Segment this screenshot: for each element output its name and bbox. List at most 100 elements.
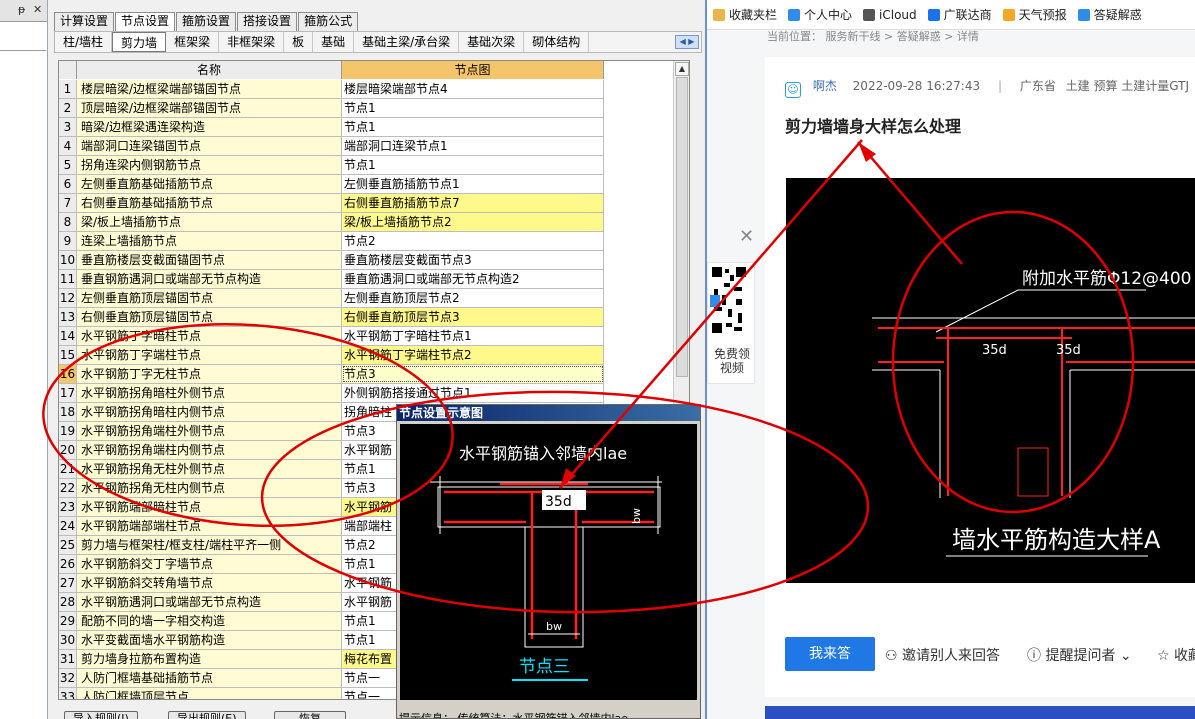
- left-panel-tree[interactable]: [0, 50, 46, 719]
- row-node[interactable]: 节点1: [342, 156, 604, 174]
- row-node[interactable]: 右侧垂直筋插筋节点7: [342, 194, 604, 212]
- tab-main-0[interactable]: 计算设置: [54, 12, 115, 31]
- row-name[interactable]: 人防门框墙基础插筋节点: [77, 669, 342, 687]
- row-node[interactable]: 楼层暗梁端部节点4: [342, 80, 604, 98]
- import-rules-button[interactable]: 导入规则(I): [64, 711, 138, 719]
- row-name[interactable]: 暗梁/边框梁遇连梁构造: [77, 118, 342, 136]
- row-node[interactable]: 水平钢筋丁字端柱节点2: [342, 346, 604, 364]
- scroll-thumb[interactable]: [676, 77, 688, 377]
- row-name[interactable]: 水平钢筋斜交丁字墙节点: [77, 555, 342, 573]
- row-node[interactable]: 节点3: [342, 365, 604, 383]
- tab-sub-5[interactable]: 基础: [313, 32, 355, 52]
- table-row[interactable]: 13 右侧垂直筋顶层锚固节点 右侧垂直筋顶层节点3: [59, 308, 604, 327]
- table-row[interactable]: 17 水平钢筋拐角暗柱外侧节点 外侧钢筋搭接通过节点1: [59, 384, 604, 403]
- tab-main-1[interactable]: 节点设置: [115, 12, 176, 32]
- table-row[interactable]: 4 端部洞口连梁锚固节点 端部洞口连梁节点1: [59, 137, 604, 156]
- row-name[interactable]: 水平钢筋拐角暗柱外侧节点: [77, 384, 342, 402]
- row-name[interactable]: 人防门框墙顶层节点: [77, 688, 342, 699]
- tab-main-3[interactable]: 搭接设置: [237, 12, 298, 31]
- row-name[interactable]: 拐角连梁内侧钢筋节点: [77, 156, 342, 174]
- restore-button[interactable]: 恢复: [274, 711, 346, 719]
- row-name[interactable]: 水平钢筋拐角暗柱内侧节点: [77, 403, 342, 421]
- row-name[interactable]: 配筋不同的墙一字相交构造: [77, 612, 342, 630]
- row-node[interactable]: 垂直筋遇洞口或端部无节点构造2: [342, 270, 604, 288]
- row-name[interactable]: 水平钢筋丁字无柱节点: [77, 365, 342, 383]
- row-name[interactable]: 梁/板上墙插筋节点: [77, 213, 342, 231]
- row-node[interactable]: 梁/板上墙插筋节点2: [342, 213, 604, 231]
- node-preview-title[interactable]: 节点设置示意图: [397, 405, 700, 421]
- row-name[interactable]: 右侧垂直筋基础插筋节点: [77, 194, 342, 212]
- row-name[interactable]: 垂直筋楼层变截面锚固节点: [77, 251, 342, 269]
- row-name[interactable]: 水平钢筋斜交转角墙节点: [77, 574, 342, 592]
- table-row[interactable]: 11 垂直钢筋遇洞口或端部无节点构造 垂直筋遇洞口或端部无节点构造2: [59, 270, 604, 289]
- question-image[interactable]: 附加水平筋Φ12@400 35d 35d 墙水平筋构造大样A: [786, 178, 1195, 583]
- row-name[interactable]: 垂直钢筋遇洞口或端部无节点构造: [77, 270, 342, 288]
- row-name[interactable]: 水平钢筋丁字端柱节点: [77, 346, 342, 364]
- row-node[interactable]: 节点1: [342, 99, 604, 117]
- row-node[interactable]: 左侧垂直筋插筋节点1: [342, 175, 604, 193]
- tab-main-4[interactable]: 箍筋公式: [298, 12, 359, 31]
- table-row[interactable]: 9 连梁上墙插筋节点 节点2: [59, 232, 604, 251]
- row-name[interactable]: 剪力墙与框架柱/框支柱/端柱平齐一侧: [77, 536, 342, 554]
- tab-sub-3[interactable]: 非框架梁: [219, 32, 285, 52]
- row-node[interactable]: 外侧钢筋搭接通过节点1: [342, 384, 604, 402]
- row-name[interactable]: 水平钢筋拐角端柱外侧节点: [77, 422, 342, 440]
- answer-button[interactable]: 我来答: [785, 637, 875, 671]
- close-icon[interactable]: ✕: [739, 226, 754, 247]
- tab-sub-1[interactable]: 剪力墙: [112, 32, 167, 52]
- table-row[interactable]: 6 左侧垂直筋基础插筋节点 左侧垂直筋插筋节点1: [59, 175, 604, 194]
- tab-sub-4[interactable]: 板: [284, 32, 314, 52]
- question-tags[interactable]: 土建 预算 土建计量GTJ: [1066, 79, 1189, 93]
- bookmark-item[interactable]: iCloud: [857, 0, 922, 29]
- row-node[interactable]: 端部洞口连梁节点1: [342, 137, 604, 155]
- author-name[interactable]: 啊杰: [813, 79, 837, 93]
- row-name[interactable]: 左侧垂直筋顶层锚固节点: [77, 289, 342, 307]
- favorite-button[interactable]: ☆ 收藏: [1157, 645, 1195, 665]
- bookmark-item[interactable]: 天气预报: [997, 0, 1072, 29]
- row-name[interactable]: 水平钢筋拐角无柱外侧节点: [77, 460, 342, 478]
- row-node[interactable]: 左侧垂直筋顶层节点2: [342, 289, 604, 307]
- export-rules-button[interactable]: 导出规则(E): [168, 711, 246, 719]
- remind-button[interactable]: ⓘ 提醒提问者 ⌄: [1027, 645, 1132, 665]
- table-row[interactable]: 16 水平钢筋丁字无柱节点 节点3: [59, 365, 604, 384]
- tab-sub-8[interactable]: 砌体结构: [524, 32, 590, 52]
- bookmark-item[interactable]: 答疑解惑: [1072, 0, 1147, 29]
- row-name[interactable]: 水平钢筋端部暗柱节点: [77, 498, 342, 516]
- row-node[interactable]: 水平钢筋丁字暗柱节点1: [342, 327, 604, 345]
- qr-ad[interactable]: 免费领视频: [707, 262, 755, 384]
- table-row[interactable]: 15 水平钢筋丁字端柱节点 水平钢筋丁字端柱节点2: [59, 346, 604, 365]
- row-name[interactable]: 连梁上墙插筋节点: [77, 232, 342, 250]
- row-name[interactable]: 楼层暗梁/边框梁端部锚固节点: [77, 80, 342, 98]
- row-name[interactable]: 水平钢筋遇洞口或端部无节点构造: [77, 593, 342, 611]
- tab-sub-7[interactable]: 基础次梁: [459, 32, 525, 52]
- table-row[interactable]: 2 顶层暗梁/边框梁端部锚固节点 节点1: [59, 99, 604, 118]
- tab-sub-2[interactable]: 框架梁: [166, 32, 220, 52]
- table-row[interactable]: 10 垂直筋楼层变截面锚固节点 垂直筋楼层变截面节点3: [59, 251, 604, 270]
- avatar[interactable]: ☺: [785, 82, 801, 98]
- tab-sub-6[interactable]: 基础主梁/承台梁: [354, 32, 460, 52]
- row-name[interactable]: 左侧垂直筋基础插筋节点: [77, 175, 342, 193]
- row-name[interactable]: 水平钢筋拐角无柱内侧节点: [77, 479, 342, 497]
- close-icon[interactable]: ✕: [33, 3, 42, 16]
- table-row[interactable]: 5 拐角连梁内侧钢筋节点 节点1: [59, 156, 604, 175]
- tab-scroll-arrows[interactable]: ◀ ▶: [675, 35, 699, 49]
- invite-button[interactable]: ⚇ 邀请别人来回答: [885, 645, 1000, 665]
- row-node[interactable]: 垂直筋楼层变截面节点3: [342, 251, 604, 269]
- table-row[interactable]: 3 暗梁/边框梁遇连梁构造 节点1: [59, 118, 604, 137]
- row-name[interactable]: 水平钢筋丁字暗柱节点: [77, 327, 342, 345]
- table-row[interactable]: 12 左侧垂直筋顶层锚固节点 左侧垂直筋顶层节点2: [59, 289, 604, 308]
- row-name[interactable]: 水平钢筋端部端柱节点: [77, 517, 342, 535]
- table-row[interactable]: 1 楼层暗梁/边框梁端部锚固节点 楼层暗梁端部节点4: [59, 80, 604, 99]
- table-row[interactable]: 14 水平钢筋丁字暗柱节点 水平钢筋丁字暗柱节点1: [59, 327, 604, 346]
- bookmark-item[interactable]: 广联达商: [922, 0, 997, 29]
- tab-main-2[interactable]: 箍筋设置: [176, 12, 237, 31]
- pin-icon[interactable]: ᵽ: [18, 3, 25, 16]
- table-row[interactable]: 7 右侧垂直筋基础插筋节点 右侧垂直筋插筋节点7: [59, 194, 604, 213]
- row-name[interactable]: 端部洞口连梁锚固节点: [77, 137, 342, 155]
- table-row[interactable]: 8 梁/板上墙插筋节点 梁/板上墙插筋节点2: [59, 213, 604, 232]
- bookmark-item[interactable]: 个人中心: [782, 0, 857, 29]
- row-name[interactable]: 剪力墙身拉筋布置构造: [77, 650, 342, 668]
- row-name[interactable]: 右侧垂直筋顶层锚固节点: [77, 308, 342, 326]
- bottom-banner[interactable]: [765, 706, 1195, 719]
- row-node[interactable]: 右侧垂直筋顶层节点3: [342, 308, 604, 326]
